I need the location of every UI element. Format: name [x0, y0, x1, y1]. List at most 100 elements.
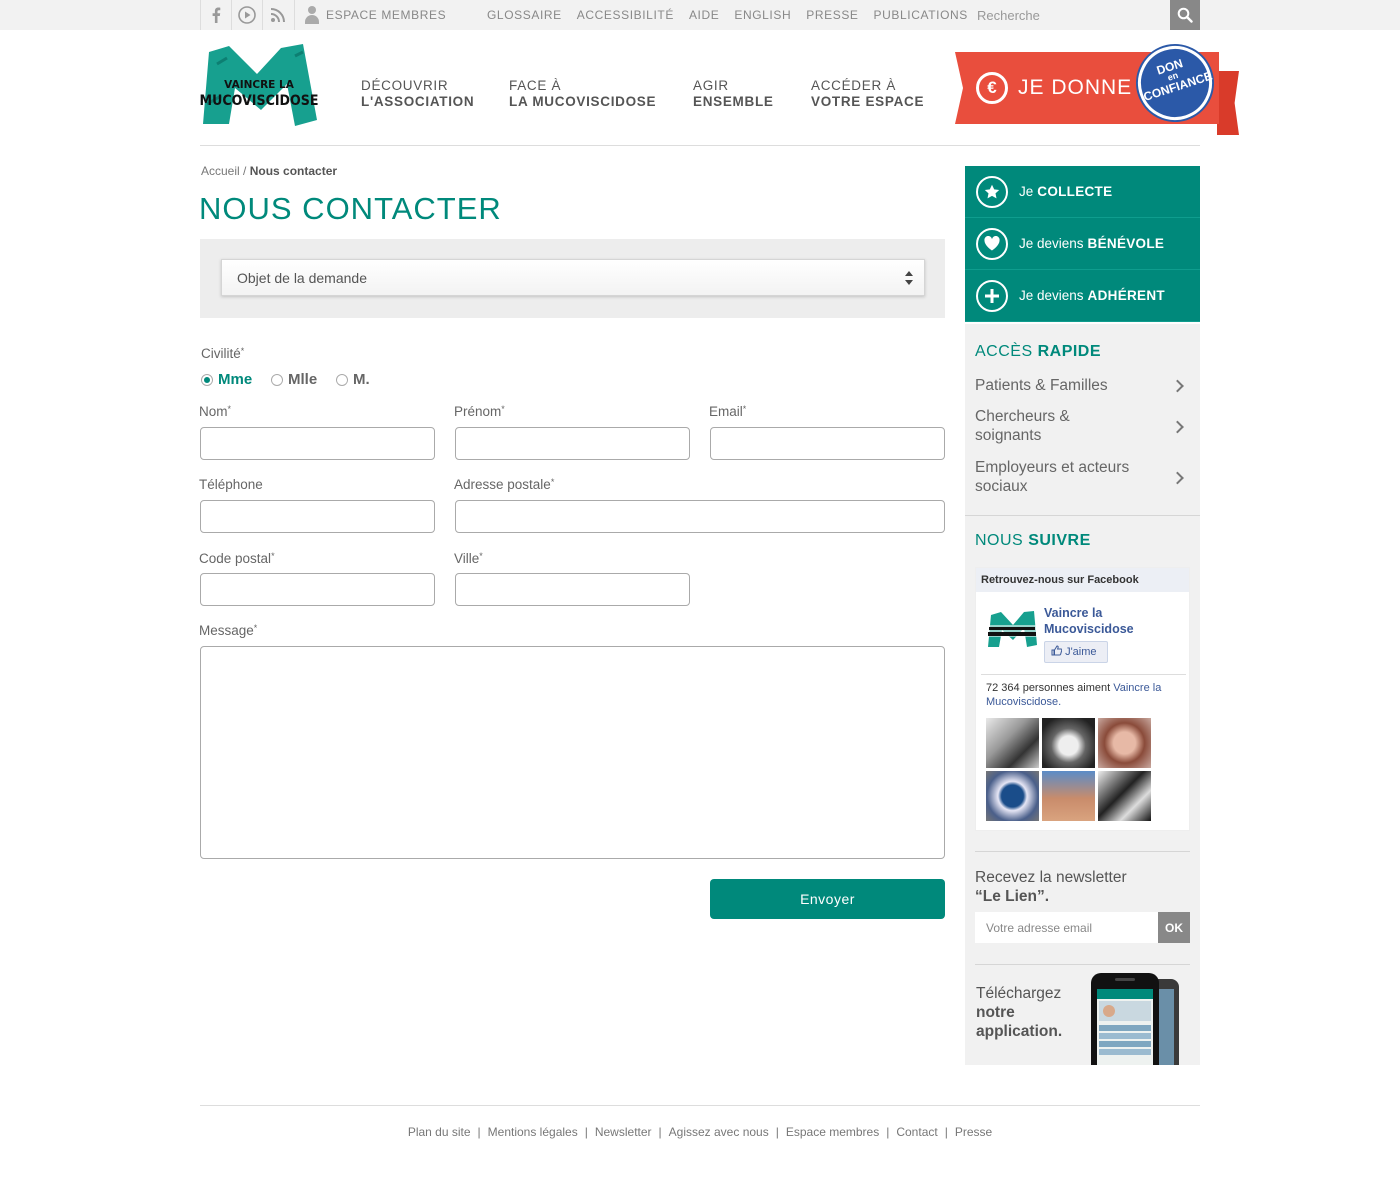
- search-input[interactable]: [966, 0, 1170, 30]
- radio-mlle[interactable]: Mlle: [271, 371, 317, 388]
- top-utility-bar: ESPACE MEMBRES GLOSSAIRE ACCESSIBILITÉ A…: [0, 0, 1400, 30]
- adresse-label: Adresse postale*: [454, 477, 554, 492]
- fan-photo[interactable]: [986, 771, 1039, 821]
- footer-link-espace[interactable]: Espace membres: [786, 1125, 879, 1139]
- ville-field[interactable]: [455, 573, 690, 606]
- fan-photo[interactable]: [986, 718, 1039, 768]
- footer-link-contact[interactable]: Contact: [896, 1125, 937, 1139]
- footer-link-presse[interactable]: Presse: [955, 1125, 992, 1139]
- quick-link-chercheurs[interactable]: Chercheurs & soignants: [975, 407, 1135, 447]
- donate-ribbon-tail: [1217, 71, 1239, 135]
- nav-face-a[interactable]: FACE À LA MUCOVISCIDOSE: [509, 78, 656, 110]
- page-title: NOUS CONTACTER: [199, 191, 502, 226]
- breadcrumb-home[interactable]: Accueil: [201, 164, 240, 178]
- code-postal-field[interactable]: [200, 573, 435, 606]
- app-line-3: application.: [976, 1023, 1063, 1040]
- app-phone-image[interactable]: [1089, 971, 1181, 1065]
- footer-separator: |: [775, 1125, 779, 1139]
- radio-label: Mme: [218, 371, 253, 388]
- telephone-label-text: Téléphone: [199, 477, 263, 492]
- prenom-label-text: Prénom: [454, 404, 502, 419]
- like-count-text: 72 364 personnes aiment: [986, 682, 1111, 694]
- footer-separator: |: [658, 1125, 662, 1139]
- radio-label: Mlle: [288, 371, 318, 388]
- toplink-presse[interactable]: PRESSE: [806, 8, 858, 22]
- fan-photo[interactable]: [1042, 718, 1095, 768]
- nav-acceder[interactable]: ACCÉDER À VOTRE ESPACE: [811, 78, 924, 110]
- facebook-page-name[interactable]: Vaincre la Mucoviscidose: [1044, 605, 1154, 637]
- toplink-accessibilite[interactable]: ACCESSIBILITÉ: [577, 8, 674, 22]
- nom-field[interactable]: [200, 427, 435, 460]
- nav-line-1: AGIR: [693, 78, 729, 93]
- fan-photo[interactable]: [1098, 771, 1151, 821]
- sidebar-panel: ACCÈS RAPIDE Patients & Familles Cherche…: [965, 324, 1200, 1065]
- rss-icon[interactable]: [262, 0, 293, 30]
- action-benevole[interactable]: Je deviens BÉNÉVOLE: [965, 218, 1200, 270]
- logo-text-bottom: MUCOVISCIDOSE: [200, 93, 319, 109]
- app-line-1: Téléchargez: [976, 985, 1062, 1002]
- toplink-english[interactable]: ENGLISH: [734, 8, 791, 22]
- required-mark: *: [501, 404, 505, 414]
- site-logo[interactable]: VAINCRE LA MUCOVISCIDOSE: [199, 44, 320, 126]
- heart-icon: [976, 227, 1008, 260]
- quick-access-title: ACCÈS RAPIDE: [975, 343, 1101, 361]
- quick-link-employeurs[interactable]: Employeurs et acteurs sociaux: [975, 458, 1135, 498]
- action-collecte[interactable]: Je COLLECTE: [965, 166, 1200, 218]
- newsletter-ok-button[interactable]: OK: [1158, 912, 1190, 943]
- nav-decouvrir[interactable]: DÉCOUVRIR L'ASSOCIATION: [361, 78, 474, 110]
- euro-icon: €: [976, 72, 1008, 104]
- email-field[interactable]: [710, 427, 945, 460]
- search-button[interactable]: [1170, 0, 1200, 30]
- footer-link-plan[interactable]: Plan du site: [408, 1125, 471, 1139]
- fan-photo[interactable]: [1042, 771, 1095, 821]
- footer-link-agissez[interactable]: Agissez avec nous: [669, 1125, 769, 1139]
- quick-link-patients[interactable]: Patients & Familles: [975, 376, 1190, 396]
- facebook-icon[interactable]: [200, 0, 231, 30]
- chevron-right-icon: [1171, 379, 1184, 393]
- members-area-link[interactable]: ESPACE MEMBRES: [294, 0, 446, 30]
- prenom-field[interactable]: [455, 427, 690, 460]
- facebook-page-logo[interactable]: [986, 610, 1038, 648]
- code-postal-label-text: Code postal: [199, 551, 272, 566]
- footer-separator: |: [944, 1125, 948, 1139]
- nav-agir[interactable]: AGIR ENSEMBLE: [693, 78, 774, 110]
- nom-label-text: Nom: [199, 404, 228, 419]
- footer-link-mentions[interactable]: Mentions légales: [488, 1125, 578, 1139]
- subject-select[interactable]: Objet de la demande: [221, 259, 925, 296]
- radio-m[interactable]: M.: [336, 371, 370, 388]
- required-mark: *: [227, 404, 232, 414]
- code-postal-label: Code postal*: [199, 551, 275, 566]
- newsletter-line-1: Recevez la newsletter: [975, 869, 1127, 886]
- nav-line-2: VOTRE ESPACE: [811, 94, 925, 109]
- action-bold: COLLECTE: [1037, 184, 1113, 199]
- title-part-2: SUIVRE: [1028, 532, 1091, 549]
- toplink-publications[interactable]: PUBLICATIONS: [874, 8, 968, 22]
- message-label: Message*: [199, 623, 257, 638]
- play-icon[interactable]: [231, 0, 262, 30]
- sidebar-actions: Je COLLECTE Je deviens BÉNÉVOLE Je devie…: [965, 166, 1200, 322]
- footer-separator: |: [886, 1125, 890, 1139]
- fan-photo[interactable]: [1098, 718, 1151, 768]
- facebook-like-button[interactable]: J'aime: [1044, 641, 1108, 663]
- follow-title: NOUS SUIVRE: [975, 532, 1091, 550]
- adresse-field[interactable]: [455, 500, 945, 533]
- newsletter-title: Recevez la newsletter “Le Lien”.: [975, 868, 1127, 906]
- facebook-like-count: 72 364 personnes aiment Vaincre la Mucov…: [986, 681, 1186, 709]
- message-field[interactable]: [200, 646, 945, 859]
- newsletter-email-input[interactable]: [975, 912, 1158, 943]
- app-line-2: notre: [976, 1004, 1015, 1021]
- donate-button[interactable]: € JE DONNE DON en CONFIANCE: [955, 36, 1239, 136]
- action-adherent[interactable]: Je deviens ADHÉRENT: [965, 270, 1200, 322]
- telephone-field[interactable]: [200, 500, 435, 533]
- footer-separator: |: [584, 1125, 588, 1139]
- radio-mme[interactable]: Mme: [201, 371, 252, 388]
- facebook-widget-header: Retrouvez-nous sur Facebook: [976, 568, 1189, 592]
- subject-panel: Objet de la demande: [200, 239, 945, 318]
- toplink-glossaire[interactable]: GLOSSAIRE: [487, 8, 562, 22]
- top-links: GLOSSAIRE ACCESSIBILITÉ AIDE ENGLISH PRE…: [487, 0, 983, 30]
- toplink-aide[interactable]: AIDE: [689, 8, 719, 22]
- submit-button[interactable]: Envoyer: [710, 879, 945, 919]
- footer-links: Plan du site | Mentions légales | Newsletter…: [0, 1125, 1400, 1139]
- footer-link-newsletter[interactable]: Newsletter: [595, 1125, 652, 1139]
- user-icon: [305, 6, 319, 24]
